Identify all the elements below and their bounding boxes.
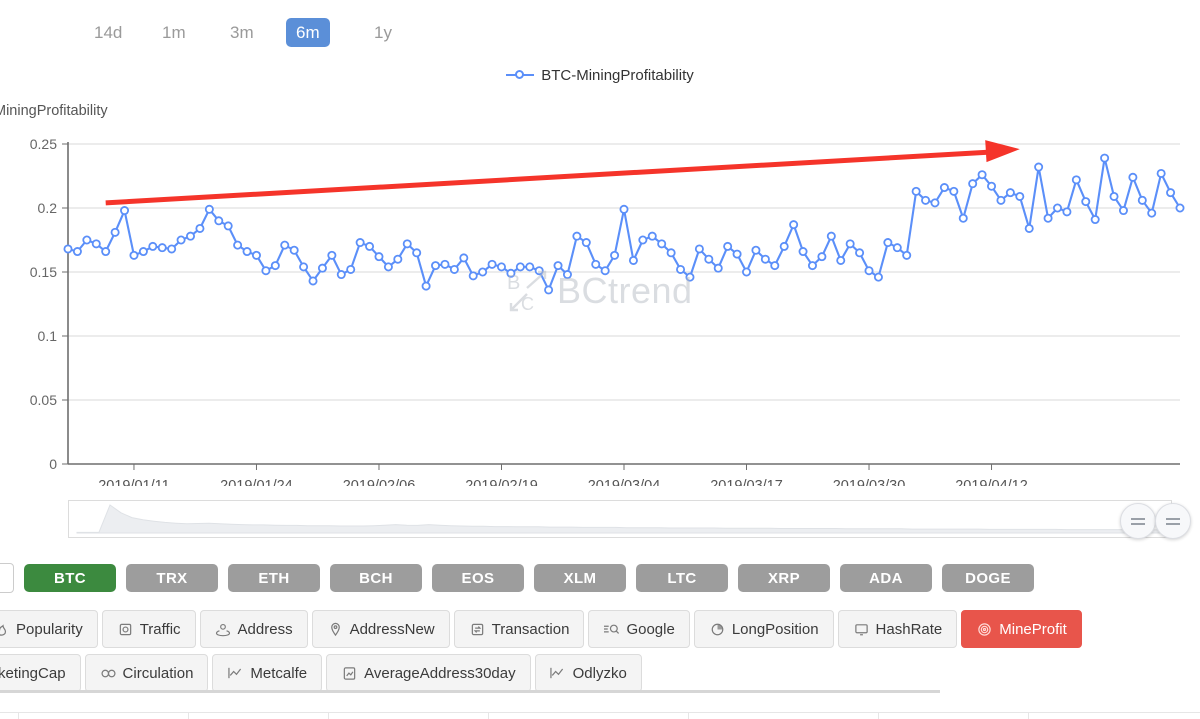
tab-label: Transaction bbox=[491, 620, 570, 638]
data-zoom-preview bbox=[76, 504, 1166, 534]
tab-traffic[interactable]: Traffic bbox=[101, 610, 196, 648]
image-box-icon bbox=[117, 621, 134, 638]
y-axis-tick: 0 bbox=[49, 456, 57, 472]
coin-button-ada[interactable]: ADA bbox=[840, 564, 932, 592]
y-axis-tick: 0.1 bbox=[38, 328, 58, 344]
x-axis-tick: 2019/02/19 bbox=[465, 478, 538, 486]
data-zoom-slider[interactable] bbox=[68, 500, 1172, 538]
data-zoom-handle-right[interactable] bbox=[1155, 503, 1191, 539]
y-axis-tick: 0.05 bbox=[30, 392, 57, 408]
tab-label: Address bbox=[237, 620, 293, 638]
metric-tabs-row-1: Popularity Traffic Address AddressNew Transa… bbox=[0, 610, 1200, 648]
tab-transaction[interactable]: Transaction bbox=[453, 610, 585, 648]
legend-marker-icon bbox=[506, 68, 535, 82]
y-axis-tick: 0.25 bbox=[30, 136, 57, 152]
coin-button-xlm[interactable]: XLM bbox=[534, 564, 626, 592]
chart-panel: 14d 1m 3m 6m 1y BTC-MiningProfitability Mini… bbox=[0, 0, 1200, 552]
line-chart-icon bbox=[227, 665, 244, 682]
coin-button-ltc[interactable]: LTC bbox=[636, 564, 728, 592]
tab-odlyzko[interactable]: Odlyzko bbox=[534, 654, 642, 692]
tab-hashrate[interactable]: HashRate bbox=[837, 610, 958, 648]
tab-mineprofit[interactable]: MineProfit bbox=[961, 610, 1082, 648]
legend-item-btc-miningprofitability[interactable]: BTC-MiningProfitability bbox=[506, 67, 694, 84]
x-axis-tick: 2019/03/30 bbox=[833, 478, 906, 486]
tab-circulation[interactable]: Circulation bbox=[84, 654, 209, 692]
tab-label: AverageAddress30day bbox=[364, 664, 516, 682]
tab-label: Circulation bbox=[122, 664, 194, 682]
bottom-table-grid bbox=[0, 712, 1200, 719]
x-axis-tick: 2019/04/12 bbox=[955, 478, 1028, 486]
tab-rketingcap[interactable]: rketingCap bbox=[0, 654, 81, 692]
flame-icon bbox=[0, 621, 10, 638]
y-axis-tick: 0.2 bbox=[38, 200, 58, 216]
monitor-icon bbox=[853, 621, 870, 638]
tab-google[interactable]: Google bbox=[588, 610, 690, 648]
legend-label: BTC-MiningProfitability bbox=[541, 66, 694, 84]
tab-longposition[interactable]: LongPosition bbox=[693, 610, 834, 648]
x-axis-tick: 2019/03/04 bbox=[588, 478, 661, 486]
x-axis-tick: 2019/03/17 bbox=[710, 478, 783, 486]
range-button-6m[interactable]: 6m bbox=[286, 18, 330, 47]
x-axis-tick: 2019/01/24 bbox=[220, 478, 293, 486]
x-axis-tick: 2019/01/11 bbox=[98, 478, 170, 486]
metric-tabs-row-2: rketingCap Circulation Metcalfe AverageAddr… bbox=[0, 654, 1200, 692]
search-list-icon bbox=[603, 621, 620, 638]
line-chart-icon bbox=[550, 665, 567, 682]
tab-addressnew[interactable]: AddressNew bbox=[311, 610, 450, 648]
x-axis-tick: 2019/02/06 bbox=[343, 478, 416, 486]
tab-metcalfe[interactable]: Metcalfe bbox=[212, 654, 323, 692]
tab-label: MineProfit bbox=[999, 620, 1067, 638]
exchange-icon bbox=[469, 621, 486, 638]
range-button-14d[interactable]: 14d bbox=[84, 18, 132, 47]
coin-button-doge[interactable]: DOGE bbox=[942, 564, 1034, 592]
trend-arrow-annotation bbox=[105, 140, 1020, 206]
data-zoom-handle-left[interactable] bbox=[1120, 503, 1156, 539]
chart-legend: BTC-MiningProfitability bbox=[0, 60, 1200, 90]
coin-button-eos[interactable]: EOS bbox=[432, 564, 524, 592]
map-marker-icon bbox=[327, 621, 344, 638]
tab-popularity[interactable]: Popularity bbox=[0, 610, 98, 648]
range-selector: 14d 1m 3m 6m 1y bbox=[0, 0, 1200, 62]
y-axis-tick: 0.15 bbox=[30, 264, 57, 280]
plot-area: 0 0.05 0.1 0.15 0.2 0.25 2019/01/11 2019/01/24 2… bbox=[0, 96, 1200, 486]
tab-label: HashRate bbox=[875, 620, 943, 638]
tab-label: Google bbox=[626, 620, 675, 638]
tab-label: Metcalfe bbox=[250, 664, 308, 682]
coin-button-trx[interactable]: TRX bbox=[126, 564, 218, 592]
coin-button-xrp[interactable]: XRP bbox=[738, 564, 830, 592]
chart-box-icon bbox=[341, 665, 358, 682]
range-button-1m[interactable]: 1m bbox=[152, 18, 196, 47]
series-line bbox=[66, 157, 1182, 291]
tab-label: Odlyzko bbox=[572, 664, 627, 682]
range-button-3m[interactable]: 3m bbox=[220, 18, 264, 47]
coin-selector-row: BTC TRX ETH BCH EOS XLM LTC XRP ADA DOGE bbox=[0, 553, 1200, 603]
tab-averageaddress30day[interactable]: AverageAddress30day bbox=[326, 654, 531, 692]
coin-search-input[interactable] bbox=[0, 563, 14, 593]
tab-label: Traffic bbox=[139, 620, 181, 638]
content-divider bbox=[0, 690, 940, 693]
line-chart-svg: 0 0.05 0.1 0.15 0.2 0.25 2019/01/11 2019/01/24 2… bbox=[30, 136, 1185, 486]
range-button-1y[interactable]: 1y bbox=[364, 18, 402, 47]
coin-button-eth[interactable]: ETH bbox=[228, 564, 320, 592]
tab-label: LongPosition bbox=[731, 620, 819, 638]
tab-label: AddressNew bbox=[349, 620, 435, 638]
target-icon bbox=[976, 621, 993, 638]
tab-label: rketingCap bbox=[0, 664, 66, 682]
tab-address[interactable]: Address bbox=[199, 610, 308, 648]
infinity-icon bbox=[100, 665, 117, 682]
address-pin-icon bbox=[215, 621, 232, 638]
coin-button-bch[interactable]: BCH bbox=[330, 564, 422, 592]
tab-label: Popularity bbox=[16, 620, 83, 638]
coin-button-btc[interactable]: BTC bbox=[24, 564, 116, 592]
pie-clock-icon bbox=[709, 621, 726, 638]
